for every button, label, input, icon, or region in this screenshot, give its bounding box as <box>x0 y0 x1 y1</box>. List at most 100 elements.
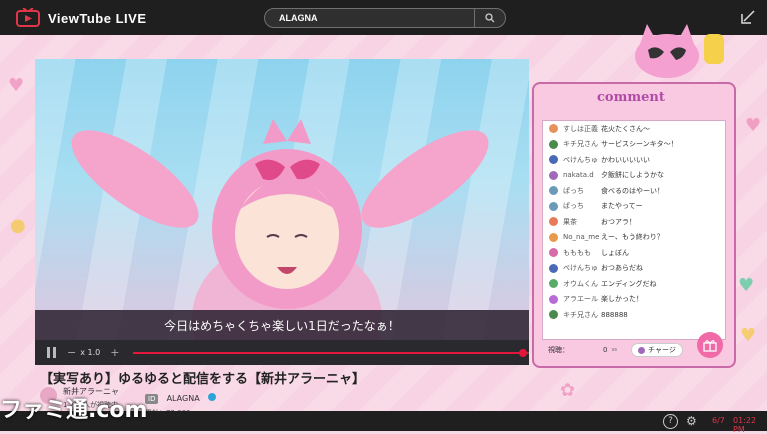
raccoon-mascot-icon <box>635 24 724 78</box>
chat-header: comment <box>597 90 665 105</box>
chat-user-avatar <box>549 248 558 258</box>
chat-message: ぺけんちゅ かわいいいいい <box>543 152 725 168</box>
chat-message-text: かわいいいいい <box>601 155 650 164</box>
search-icon <box>485 13 495 23</box>
chat-message: ぱっち またやってー <box>543 199 725 215</box>
chat-message: キチ兄さん サービスシーンキタ〜！ <box>543 137 725 153</box>
app-name: ViewTube LIVE <box>48 10 147 26</box>
chat-message-text: おつアラ！ <box>601 217 636 226</box>
chat-username: ぱっち <box>563 202 584 211</box>
chat-username: キチ兄さん <box>563 140 598 149</box>
chat-username: No_na_me <box>563 233 600 242</box>
channel-id: ALAGNA <box>166 394 200 403</box>
speed-down-button[interactable]: − <box>67 346 76 359</box>
chat-username: オウムくん <box>563 279 598 288</box>
gift-button[interactable] <box>697 332 723 358</box>
chat-user-avatar <box>549 310 558 320</box>
chat-username: もももも <box>563 248 591 257</box>
video-player[interactable]: 今日はめちゃくちゃ楽しい1日だったなぁ！ − x 1.0 + <box>35 59 529 365</box>
pause-icon <box>47 347 50 358</box>
fruit-decoration: ● <box>10 215 26 236</box>
search-input[interactable]: ALAGNA <box>265 13 474 23</box>
chat-user-avatar <box>549 201 558 211</box>
chat-message-text: 楽しかった！ <box>601 295 643 304</box>
date-text: 6/7 <box>712 416 725 425</box>
watermark-logo: ファミ通.com <box>0 398 148 423</box>
chat-message: nakata.d 夕飯餅にしようかな <box>543 168 725 184</box>
chat-message-text: サービスシーンキタ〜！ <box>601 140 678 149</box>
app-logo[interactable]: ViewTube LIVE <box>16 8 146 28</box>
chat-message-text: またやってー <box>601 202 643 211</box>
chat-message-text: 夕飯餅にしようかな <box>601 171 664 180</box>
search-button[interactable] <box>474 9 505 27</box>
chat-message: アラエール 楽しかった！ <box>543 292 725 308</box>
chat-username: 果茶 <box>563 217 577 226</box>
chat-message: キチ兄さん 888888 <box>543 307 725 323</box>
chat-user-avatar <box>549 124 558 134</box>
progress-handle[interactable] <box>519 348 528 357</box>
subtitle-bar: 今日はめちゃくちゃ楽しい1日だったなぁ！ <box>35 310 529 340</box>
gear-icon[interactable]: ⚙ <box>686 414 700 428</box>
player-controls: − x 1.0 + <box>35 340 529 365</box>
chat-message: No_na_me えー、もう終わり？ <box>543 230 725 246</box>
chat-user-avatar <box>549 155 558 165</box>
chat-message-text: 花火たくさん〜 <box>601 124 650 133</box>
progress-bar[interactable] <box>133 348 529 357</box>
chat-message: もももも しょぼん <box>543 245 725 261</box>
charge-label: チャージ <box>648 346 676 354</box>
chat-message-text: エンディングだね <box>601 279 657 288</box>
chat-message: ぱっち 食べるのはやーい！ <box>543 183 725 199</box>
heart-decoration: ♥ <box>745 115 762 136</box>
chat-panel: comment すしは正義 花火たくさん〜 キチ兄さん サービスシーンキタ〜！ ぺけんち… <box>532 24 736 368</box>
chat-username: nakata.d <box>563 171 594 180</box>
chat-username: アラエール <box>563 295 598 304</box>
help-icon[interactable]: ? <box>663 414 678 429</box>
chat-username: ぱっち <box>563 186 584 195</box>
chat-list[interactable]: すしは正義 花火たくさん〜 キチ兄さん サービスシーンキタ〜！ ぺけんちゅ かわいいいいい… <box>542 120 726 340</box>
viewer-label: 視聴： <box>548 346 569 354</box>
chat-message: すしは正義 花火たくさん〜 <box>543 121 725 137</box>
viewer-value: 0 <box>603 346 608 354</box>
chat-username: すしは正義 <box>563 124 598 133</box>
heart-decoration: ♥ <box>8 75 25 96</box>
chat-username: キチ兄さん <box>563 310 598 319</box>
pause-button[interactable] <box>47 347 57 358</box>
chat-user-avatar <box>549 294 558 304</box>
chat-user-avatar <box>549 217 558 227</box>
charge-button[interactable]: チャージ <box>631 343 683 357</box>
search-bar: ALAGNA <box>264 8 506 28</box>
chat-username: ぺけんちゅ <box>563 155 598 164</box>
chat-message-text: 888888 <box>601 310 628 319</box>
chat-message-text: おつあらだね <box>601 264 643 273</box>
playback-speed: x 1.0 <box>80 348 101 357</box>
video-title-area: 【実写あり】ゆるゆると配信をする【新井アラーニャ】 <box>40 368 540 387</box>
chat-message-text: えー、もう終わり？ <box>601 233 664 242</box>
progress-fill <box>133 351 524 354</box>
chat-message-text: 食べるのはやーい！ <box>601 186 664 195</box>
chat-message: オウムくん エンディングだね <box>543 276 725 292</box>
pause-icon <box>53 347 56 358</box>
charge-icon <box>638 346 646 354</box>
chat-user-avatar <box>549 232 558 242</box>
chat-user-avatar <box>549 139 558 149</box>
play-logo-icon <box>16 8 40 27</box>
video-title: 【実写あり】ゆるゆると配信をする【新井アラーニャ】 <box>40 372 366 387</box>
speed-up-button[interactable]: + <box>110 346 119 359</box>
chat-user-avatar <box>549 170 558 180</box>
time-text: 01:22 PM <box>733 416 757 434</box>
chat-username: ぺけんちゅ <box>563 264 598 273</box>
vs-label: vs <box>611 347 618 353</box>
heart-decoration: ♥ <box>738 275 755 296</box>
chat-user-avatar <box>549 186 558 196</box>
chat-message: 果茶 おつアラ！ <box>543 214 725 230</box>
minimize-icon[interactable] <box>741 10 755 24</box>
chat-footer: 視聴： 0 vs チャージ <box>542 340 692 360</box>
heart-decoration: ♥ <box>740 325 757 346</box>
chat-message: ぺけんちゅ おつあらだね <box>543 261 725 277</box>
verified-icon <box>207 392 216 401</box>
shrimp-decoration: ✿ <box>560 380 576 401</box>
chat-message-text: しょぼん <box>601 248 629 257</box>
chat-user-avatar <box>549 279 558 289</box>
subtitle-text: 今日はめちゃくちゃ楽しい1日だったなぁ！ <box>164 318 400 333</box>
chat-user-avatar <box>549 263 558 273</box>
